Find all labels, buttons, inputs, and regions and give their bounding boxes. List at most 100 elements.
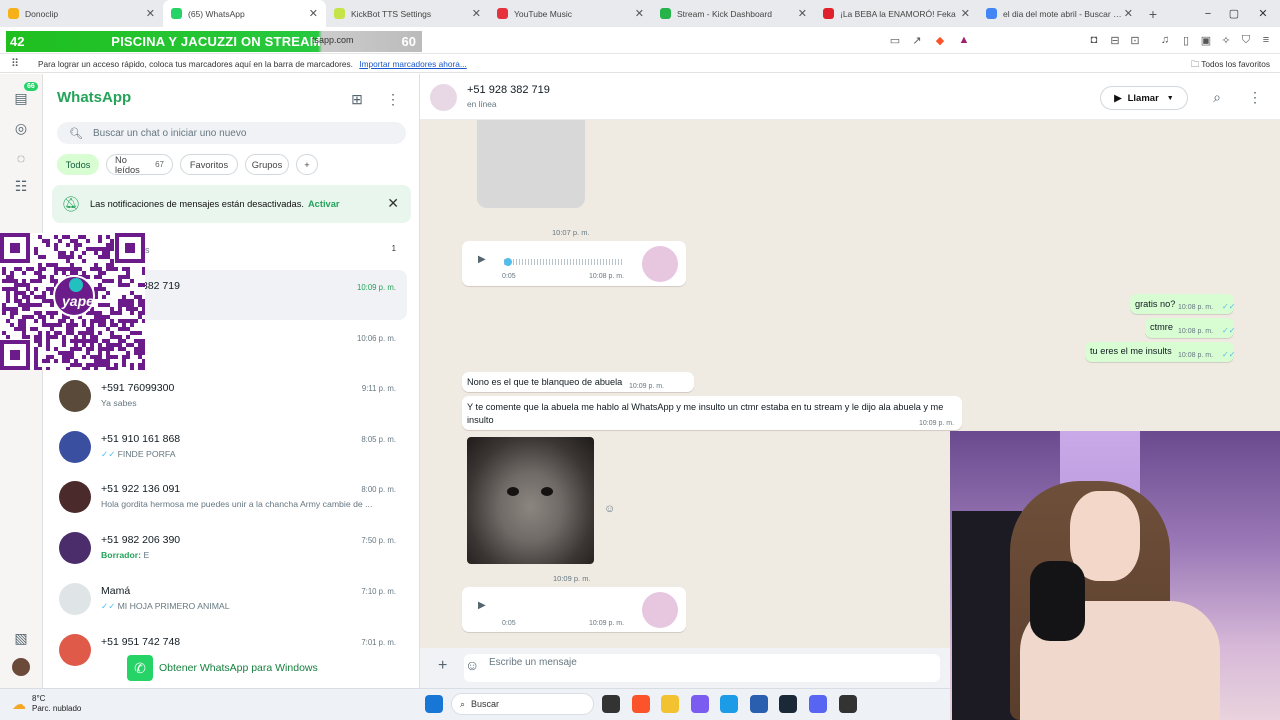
activate-link[interactable]: Activar xyxy=(308,199,340,209)
avatar[interactable] xyxy=(59,532,91,565)
brave-rewards-icon[interactable]: ▲ xyxy=(957,33,971,47)
avatar[interactable] xyxy=(59,481,91,514)
new-chat-icon[interactable]: ⊞ xyxy=(348,90,366,108)
react-emoji-icon[interactable]: ☺ xyxy=(604,503,615,515)
status-icon[interactable]: ◎ xyxy=(12,119,30,137)
play-icon[interactable]: ▶ xyxy=(478,600,486,611)
filter-chip[interactable]: Todos xyxy=(57,154,99,175)
audio-message[interactable]: ▶ 0:05 10:09 p. m. xyxy=(462,587,686,632)
filter-chip[interactable]: + xyxy=(296,154,318,175)
screen-cast-icon[interactable]: ▭ xyxy=(888,33,902,47)
extension-icon[interactable]: ◘ xyxy=(1087,33,1101,47)
avatar[interactable] xyxy=(59,582,91,615)
search-in-chat-icon[interactable]: ⌕ xyxy=(1208,88,1226,106)
browser-tab[interactable]: Donoclip ✕ xyxy=(0,0,163,27)
close-tab-icon[interactable]: ✕ xyxy=(309,7,318,20)
chat-row[interactable]: +591 76099300 Ya sabes 9:11 p. m. xyxy=(50,373,407,423)
chats-icon[interactable]: ▤ xyxy=(12,89,30,107)
new-tab-button[interactable]: + xyxy=(1141,0,1165,27)
taskbar-search[interactable]: ⌕ Buscar xyxy=(451,693,594,715)
wallet-icon[interactable]: ▣ xyxy=(1199,33,1213,47)
url-text[interactable]: tsapp.com xyxy=(312,35,354,45)
profile-avatar[interactable] xyxy=(12,658,30,676)
filter-chip[interactable]: No leídos 67 xyxy=(106,154,173,175)
browser-tab[interactable]: el dia del mote abril - Buscar con Go✕ xyxy=(978,0,1141,27)
task-view-icon[interactable] xyxy=(602,695,620,713)
extension3-icon[interactable]: ⊡ xyxy=(1128,33,1142,47)
incoming-message[interactable]: Nono es el que te blanqueo de abuela 10:… xyxy=(462,372,694,392)
close-tab-icon[interactable]: ✕ xyxy=(1124,7,1133,20)
outgoing-message[interactable]: ctmre 10:08 p. m. ✓✓ xyxy=(1145,318,1235,338)
discord-icon[interactable] xyxy=(809,695,827,713)
start-button[interactable] xyxy=(425,695,443,713)
close-tab-icon[interactable]: ✕ xyxy=(961,7,970,20)
cat-image-message[interactable] xyxy=(467,437,594,564)
maximize-button[interactable]: ▢ xyxy=(1219,0,1249,27)
channels-icon[interactable]: ◌ xyxy=(12,149,30,167)
apps-grid-icon[interactable]: ⠿ xyxy=(8,56,22,70)
steam-icon[interactable] xyxy=(779,695,797,713)
close-tab-icon[interactable]: ✕ xyxy=(798,7,807,20)
avatar[interactable] xyxy=(59,430,91,463)
chat-row[interactable]: +51 982 206 390 Borrador: E 7:50 p. m. xyxy=(50,525,407,575)
music-icon[interactable]: ♫ xyxy=(1158,33,1172,47)
more-options-icon[interactable]: ⋮ xyxy=(384,90,402,108)
avatar[interactable] xyxy=(59,633,91,666)
filter-chip[interactable]: Grupos xyxy=(245,154,289,175)
qr-module xyxy=(114,363,118,367)
menu-icon[interactable]: ≡ xyxy=(1259,33,1273,47)
search-chats[interactable]: 🔍︎ Buscar un chat o iniciar uno nuevo xyxy=(57,122,406,144)
app-icon[interactable] xyxy=(839,695,857,713)
attach-plus-icon[interactable]: + xyxy=(438,657,447,675)
close-tab-icon[interactable]: ✕ xyxy=(635,7,644,20)
file-explorer-icon[interactable] xyxy=(661,695,679,713)
chat-menu-icon[interactable]: ⋮ xyxy=(1246,88,1264,106)
outgoing-message[interactable]: tu eres el me insults 10:08 p. m. ✓✓ xyxy=(1085,342,1235,362)
weather-widget[interactable]: 8°C Parc. nublado xyxy=(32,694,81,714)
call-button[interactable]: ▶︎ Llamar ▼ xyxy=(1100,86,1188,110)
emoji-icon[interactable]: ☺ xyxy=(465,657,479,673)
brave-shield-icon[interactable]: ◆ xyxy=(933,33,947,47)
brave-taskbar-icon[interactable] xyxy=(632,695,650,713)
browser-tab[interactable]: KickBot TTS Settings ✕ xyxy=(326,0,489,27)
audio-waveform[interactable] xyxy=(504,259,624,265)
avatar[interactable] xyxy=(59,380,91,412)
close-window-button[interactable]: ✕ xyxy=(1248,0,1278,27)
audio-message[interactable]: ▶ 0:05 10:08 p. m. xyxy=(462,241,686,286)
chat-row[interactable]: +51 922 136 091 Hola gordita hermosa me p… xyxy=(50,474,407,524)
extension2-icon[interactable]: ⊟ xyxy=(1108,33,1122,47)
contact-avatar[interactable] xyxy=(430,84,457,111)
chat-row[interactable]: Mamá ✓✓ MI HOJA PRIMERO ANIMAL 7:10 p. m. xyxy=(50,576,407,626)
image-message-top[interactable] xyxy=(477,120,585,208)
tab-favicon-icon xyxy=(8,8,19,19)
browser-tab[interactable]: Stream - Kick Dashboard ✕ xyxy=(652,0,815,27)
leo-icon[interactable]: ✧ xyxy=(1219,33,1233,47)
incoming-message[interactable]: Y te comente que la abuela me hablo al W… xyxy=(462,396,962,430)
browser-tab[interactable]: (65) WhatsApp ✕ xyxy=(163,0,326,27)
store-icon[interactable] xyxy=(750,695,768,713)
contact-name[interactable]: +51 928 382 719 xyxy=(467,84,550,96)
qr-module xyxy=(54,311,58,315)
edge-icon[interactable] xyxy=(720,695,738,713)
copilot-icon[interactable] xyxy=(691,695,709,713)
import-bookmarks-link[interactable]: Importar marcadores ahora... xyxy=(359,59,466,69)
close-icon[interactable]: ✕ xyxy=(387,195,399,212)
all-bookmarks-button[interactable]: 🗀 Todos los favoritos xyxy=(1191,59,1270,73)
get-windows-app-link[interactable]: ✆ Obtener WhatsApp para Windows xyxy=(127,655,318,681)
qr-module xyxy=(14,295,18,299)
close-tab-icon[interactable]: ✕ xyxy=(146,7,155,20)
share-icon[interactable]: ↗ xyxy=(910,33,924,47)
outgoing-message[interactable]: gratis no? 10:08 p. m. ✓✓ xyxy=(1130,294,1235,314)
close-tab-icon[interactable]: ✕ xyxy=(472,7,481,20)
audio-scrubber[interactable] xyxy=(504,258,512,266)
chat-row[interactable]: +51 910 161 868 ✓✓ FINDE PORFA 8:05 p. m. xyxy=(50,424,407,474)
media-icon[interactable]: ▧ xyxy=(12,629,30,647)
play-icon[interactable]: ▶ xyxy=(478,254,486,265)
browser-tab[interactable]: YouTube Music ✕ xyxy=(489,0,652,27)
sidebar-icon[interactable]: ▯ xyxy=(1179,33,1193,47)
browser-tab[interactable]: ¡La BEBA la ENAMORÓ! Feka ✕ xyxy=(815,0,978,27)
filter-chip[interactable]: Favoritos xyxy=(180,154,238,175)
qr-module xyxy=(50,327,54,331)
vpn-icon[interactable]: ⛉ xyxy=(1239,33,1253,47)
communities-icon[interactable]: ☷ xyxy=(12,177,30,195)
